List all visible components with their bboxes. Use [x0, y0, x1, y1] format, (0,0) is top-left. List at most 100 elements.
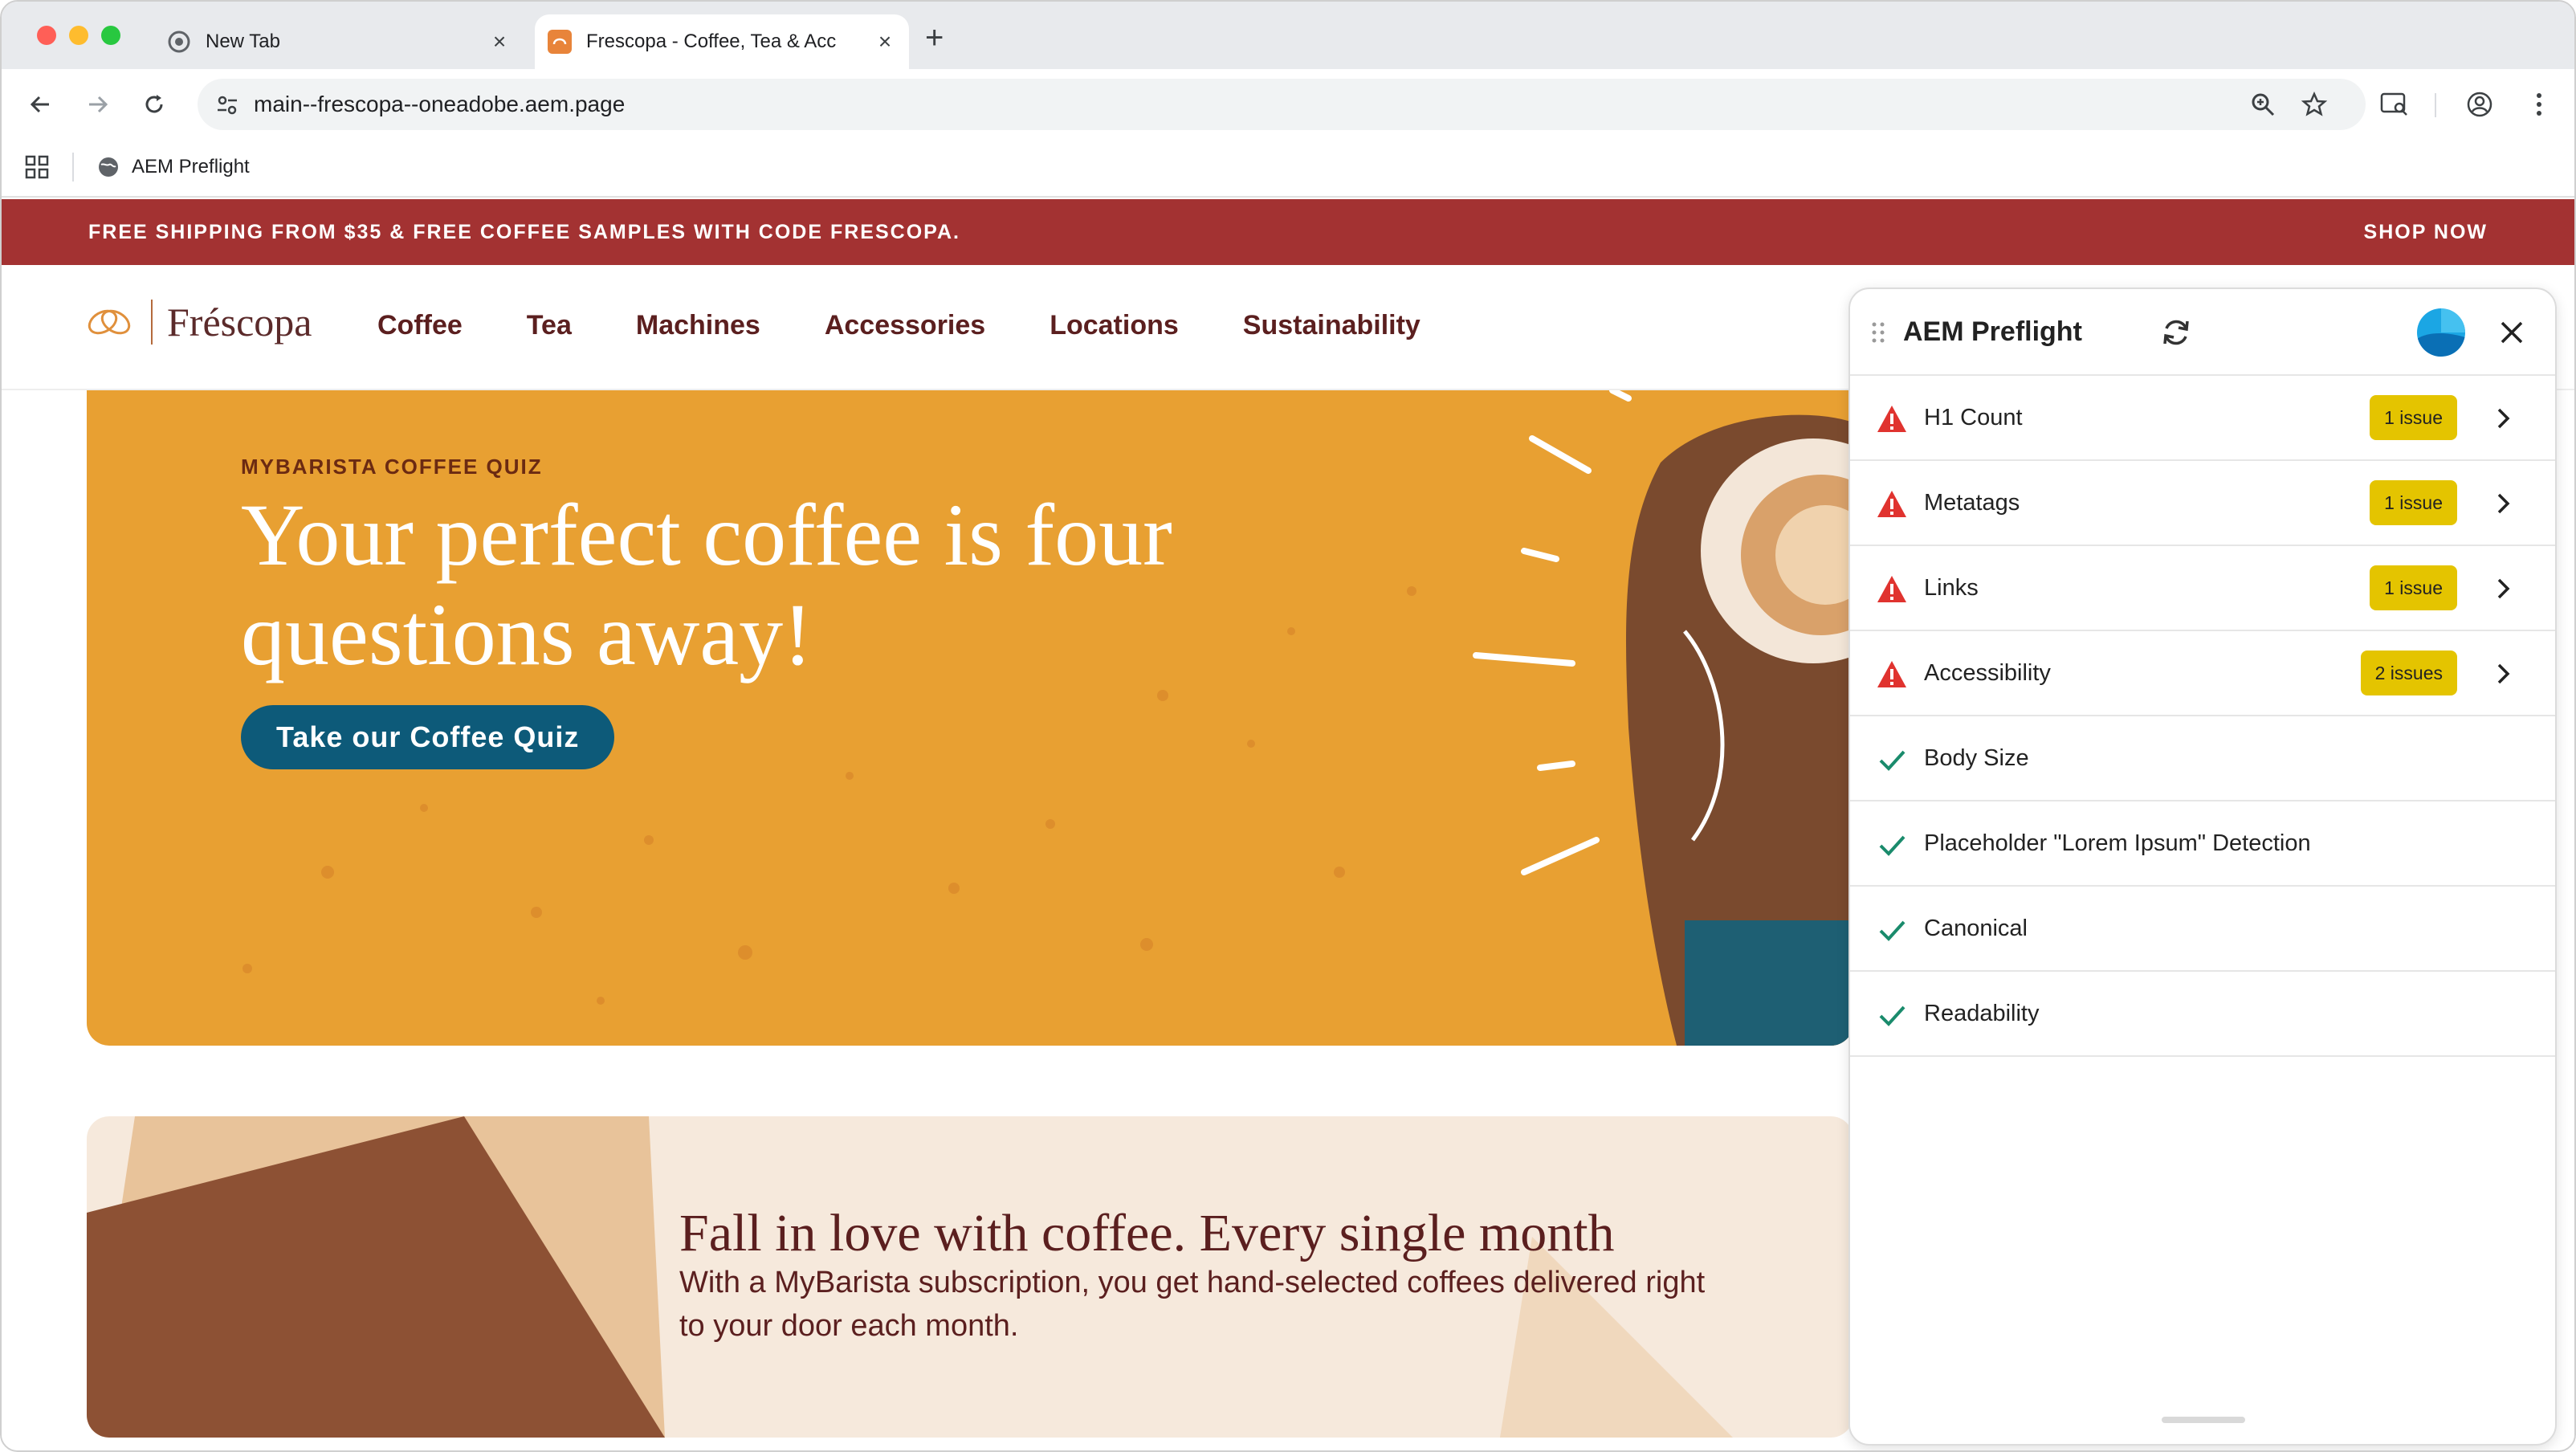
chevron-right-icon[interactable] [2489, 405, 2517, 432]
nav-item-machines[interactable]: Machines [636, 310, 760, 341]
hero-title: Your perfect coffee is four questions aw… [241, 486, 1172, 683]
hero-banner: MYBARISTA COFFEE QUIZ Your perfect coffe… [87, 390, 1853, 1046]
back-arrow-icon [30, 96, 49, 113]
globe-icon [99, 157, 118, 177]
check-label: Placeholder "Lorem Ipsum" Detection [1924, 830, 2311, 856]
coffee-quiz-button[interactable]: Take our Coffee Quiz [241, 705, 615, 769]
address-bar[interactable]: main--frescopa--oneadobe.aem.page [198, 79, 2366, 130]
check-label: Readability [1924, 1000, 2040, 1026]
check-row-accessibility[interactable]: Accessibility 2 issues [1850, 631, 2555, 716]
refresh-icon[interactable] [2158, 315, 2194, 350]
avatar[interactable] [2417, 308, 2465, 357]
nav-item-accessories[interactable]: Accessories [825, 310, 985, 341]
checkmark-icon [1879, 835, 1906, 856]
nav-item-sustainability[interactable]: Sustainability [1243, 310, 1420, 341]
close-tab-icon[interactable]: × [485, 29, 514, 55]
logo-divider [151, 300, 153, 345]
issue-badge: 2 issues [2360, 651, 2457, 695]
profile-icon [2467, 92, 2492, 117]
chevron-right-icon[interactable] [2489, 575, 2517, 602]
subscription-banner: Fall in love with coffee. Every single m… [87, 1116, 1853, 1438]
promo-banner: FREE SHIPPING FROM $35 & FREE COFFEE SAM… [2, 199, 2574, 265]
check-label: Accessibility [1924, 659, 2051, 686]
back-button[interactable] [21, 85, 59, 124]
warning-icon [1877, 406, 1906, 432]
checkmark-icon [1879, 750, 1906, 771]
issue-badge: 1 issue [2370, 480, 2457, 525]
logo-wordmark: Fréscopa [167, 300, 312, 345]
url-text: main--frescopa--oneadobe.aem.page [254, 92, 626, 116]
forward-button[interactable] [79, 85, 117, 124]
issue-badge: 1 issue [2370, 395, 2457, 440]
warning-icon [1877, 661, 1906, 687]
tab-search-icon [2380, 92, 2407, 116]
bookmark-aem-preflight[interactable]: AEM Preflight [96, 151, 250, 183]
minimize-window-button[interactable] [69, 26, 88, 45]
maximize-window-button[interactable] [101, 26, 120, 45]
reload-icon [145, 95, 163, 113]
check-label: Links [1924, 574, 1979, 601]
reload-button[interactable] [135, 85, 173, 124]
tab-title: Frescopa - Coffee, Tea & Acc [586, 31, 837, 52]
subscription-body: With a MyBarista subscription, you get h… [679, 1266, 1706, 1343]
menu-button[interactable] [2520, 85, 2558, 124]
more-vert-icon [2537, 93, 2541, 116]
panel-title: AEM Preflight [1903, 316, 2082, 347]
check-row-h1-count[interactable]: H1 Count 1 issue [1850, 376, 2555, 461]
check-label: H1 Count [1924, 404, 2023, 430]
check-row-metatags[interactable]: Metatags 1 issue [1850, 461, 2555, 546]
close-icon[interactable] [2492, 313, 2531, 352]
close-window-button[interactable] [37, 26, 56, 45]
check-row-canonical: Canonical [1850, 887, 2555, 972]
drag-handle-icon[interactable] [1871, 321, 1885, 344]
main-nav: Coffee Tea Machines Accessories Location… [377, 310, 1420, 341]
check-label: Body Size [1924, 744, 2029, 771]
tab-title: New Tab [206, 31, 280, 52]
zoom-icon[interactable] [2248, 90, 2277, 119]
close-tab-icon[interactable]: × [870, 29, 899, 55]
profile-button[interactable] [2460, 85, 2499, 124]
promo-message: FREE SHIPPING FROM $35 & FREE COFFEE SAM… [88, 221, 960, 243]
bookmarks-bar: AEM Preflight [2, 140, 2574, 198]
apps-grid-icon[interactable] [24, 154, 50, 180]
check-row-links[interactable]: Links 1 issue [1850, 546, 2555, 631]
chevron-right-icon[interactable] [2489, 660, 2517, 687]
nav-item-tea[interactable]: Tea [527, 310, 572, 341]
checkmark-icon [1879, 1005, 1906, 1026]
chevron-right-icon[interactable] [2489, 490, 2517, 517]
chrome-icon [167, 30, 191, 54]
nav-item-coffee[interactable]: Coffee [377, 310, 463, 341]
warning-icon [1877, 491, 1906, 517]
forward-arrow-icon [89, 96, 108, 113]
aem-preflight-panel: AEM Preflight H1 Count 1 issue Metatags … [1848, 288, 2557, 1446]
frescopa-logo[interactable]: Fréscopa [85, 299, 312, 345]
tab-strip: New Tab × Frescopa - Coffee, Tea & Acc ×… [2, 2, 2574, 69]
tab-frescopa[interactable]: Frescopa - Coffee, Tea & Acc × [535, 14, 909, 69]
new-tab-button[interactable]: + [925, 19, 944, 56]
tab-search-button[interactable] [2375, 85, 2414, 124]
bookmark-label: AEM Preflight [132, 156, 250, 177]
issue-badge: 1 issue [2370, 565, 2457, 610]
bookmark-star-icon[interactable] [2300, 90, 2329, 119]
checkmark-icon [1879, 920, 1906, 941]
panel-resize-handle[interactable] [2162, 1417, 2245, 1423]
check-row-readability: Readability [1850, 972, 2555, 1057]
shop-now-link[interactable]: SHOP NOW [2364, 221, 2488, 244]
panel-header: AEM Preflight [1850, 289, 2555, 376]
checks-list: H1 Count 1 issue Metatags 1 issue Links … [1850, 376, 2555, 1057]
bookmark-divider [72, 153, 74, 182]
toolbar-divider [2435, 93, 2436, 117]
browser-toolbar: main--frescopa--oneadobe.aem.page [2, 69, 2574, 140]
check-label: Canonical [1924, 915, 2028, 941]
check-row-body-size: Body Size [1850, 716, 2555, 801]
tab-new-tab[interactable]: New Tab × [154, 14, 524, 69]
subscription-title: Fall in love with coffee. Every single m… [679, 1204, 1615, 1262]
check-label: Metatags [1924, 489, 2020, 516]
nav-item-locations[interactable]: Locations [1050, 310, 1179, 341]
hero-eyebrow: MYBARISTA COFFEE QUIZ [241, 455, 543, 479]
site-settings-icon [218, 96, 237, 115]
warning-icon [1877, 576, 1906, 602]
coffee-bean-logo-icon [88, 309, 131, 335]
frescopa-favicon-icon [548, 30, 572, 54]
browser-window: New Tab × Frescopa - Coffee, Tea & Acc ×… [0, 0, 2576, 1452]
